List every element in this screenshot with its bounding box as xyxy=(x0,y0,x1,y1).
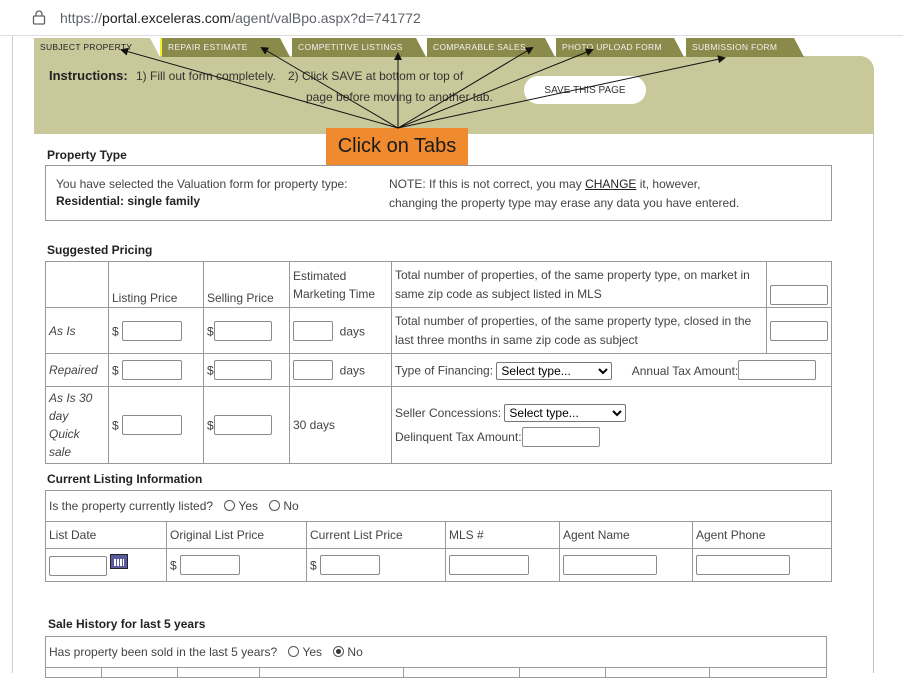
property-type-value: Residential: single family xyxy=(56,194,201,208)
as-is-days-input[interactable] xyxy=(293,320,333,341)
financing-select[interactable]: Select type... xyxy=(496,361,613,380)
concessions-label: Seller Concessions: xyxy=(395,406,502,420)
suggested-pricing-title: Suggested Pricing xyxy=(47,243,153,257)
change-property-type-link[interactable]: CHANGE xyxy=(585,177,636,191)
listed-question: Is the property currently listed? Yes No xyxy=(45,490,832,522)
tab-repair-estimate[interactable]: REPAIR ESTIMATE xyxy=(160,38,290,57)
sold-no-radio[interactable] xyxy=(333,646,345,657)
repaired-days-input[interactable] xyxy=(293,360,333,380)
selling-price-header: Selling Price xyxy=(203,261,290,308)
col-mls: MLS # xyxy=(445,521,560,549)
concessions-select[interactable]: Select type... xyxy=(504,404,627,422)
sale-history-table: Has property been sold in the last 5 yea… xyxy=(45,636,827,678)
tab-comparable-sales[interactable]: COMPARABLE SALES xyxy=(427,38,555,57)
market-count-input[interactable] xyxy=(770,285,828,305)
listing-price-header: Listing Price xyxy=(108,261,204,308)
quick-sale-days: 30 days xyxy=(289,386,392,464)
left-border xyxy=(12,36,13,673)
col-agent-name: Agent Name xyxy=(559,521,693,549)
click-on-tabs-callout: Click on Tabs xyxy=(326,128,468,165)
current-listing-title: Current Listing Information xyxy=(47,472,203,486)
lock-icon xyxy=(32,10,46,25)
market-count-label: Total number of properties, of the same … xyxy=(391,261,767,308)
property-type-text: You have selected the Valuation form for… xyxy=(56,177,348,191)
agent-name-input[interactable] xyxy=(563,555,657,575)
tab-competitive-listings[interactable]: COMPETITIVE LISTINGS xyxy=(292,38,426,57)
closed-count-label: Total number of properties, of the same … xyxy=(391,307,767,354)
sold-yes-radio[interactable] xyxy=(288,646,300,657)
sale-history-title: Sale History for last 5 years xyxy=(48,617,206,631)
save-page-button[interactable]: SAVE THIS PAGE xyxy=(524,76,646,104)
current-list-price-input[interactable] xyxy=(320,555,381,575)
col-original-list-price: Original List Price xyxy=(166,521,307,549)
tab-photo-upload-form[interactable]: PHOTO UPLOAD FORM xyxy=(556,38,684,57)
instruction-step-1: 1) Fill out form completely. xyxy=(136,69,276,83)
as-is-selling-input[interactable] xyxy=(213,320,272,341)
instructions-label: Instructions: xyxy=(49,68,128,83)
financing-label: Type of Financing: xyxy=(395,363,494,378)
tax-amount-label: Annual Tax Amount: xyxy=(631,363,739,378)
closed-count-input[interactable] xyxy=(770,320,828,341)
listed-yes-radio[interactable] xyxy=(224,500,236,511)
property-type-title: Property Type xyxy=(47,148,127,162)
listed-no-radio[interactable] xyxy=(269,500,281,511)
row-quick-sale: As Is 30 day Quick sale xyxy=(45,386,109,464)
repaired-listing-input[interactable] xyxy=(122,360,183,380)
marketing-time-header: Estimated Marketing Time xyxy=(289,261,392,308)
tax-amount-input[interactable] xyxy=(738,360,817,380)
property-type-box: You have selected the Valuation form for… xyxy=(45,165,832,221)
calendar-icon[interactable] xyxy=(110,553,129,569)
delinquent-tax-input[interactable] xyxy=(521,426,600,447)
instruction-step-2-cont: page before moving to another tab. xyxy=(306,90,493,104)
original-list-price-input[interactable] xyxy=(180,555,241,575)
property-type-note: NOTE: If this is not correct, you may CH… xyxy=(389,177,701,191)
listing-table: Is the property currently listed? Yes No… xyxy=(45,490,832,582)
row-as-is: As Is xyxy=(45,307,109,354)
instruction-step-2: 2) Click SAVE at bottom or top of xyxy=(288,69,464,83)
repaired-selling-input[interactable] xyxy=(213,360,272,380)
url-text[interactable]: https://portal.exceleras.com/agent/valBp… xyxy=(60,10,421,26)
quick-sale-listing-input[interactable] xyxy=(122,415,183,435)
form-tabs: SUBJECT PROPERTY REPAIR ESTIMATE COMPETI… xyxy=(34,38,903,58)
delinquent-tax-label: Delinquent Tax Amount: xyxy=(395,430,522,444)
browser-address-bar[interactable]: https://portal.exceleras.com/agent/valBp… xyxy=(0,0,903,36)
col-current-list-price: Current List Price xyxy=(306,521,446,549)
instructions-band: Instructions: 1) Fill out form completel… xyxy=(34,56,874,134)
tab-subject-property[interactable]: SUBJECT PROPERTY xyxy=(34,38,160,57)
row-repaired: Repaired xyxy=(45,353,109,387)
property-type-note-line2: changing the property type may erase any… xyxy=(389,196,740,210)
mls-input[interactable] xyxy=(449,555,529,575)
list-date-input[interactable] xyxy=(49,556,107,577)
as-is-listing-input[interactable] xyxy=(122,320,183,341)
quick-sale-selling-input[interactable] xyxy=(213,415,272,435)
agent-phone-input[interactable] xyxy=(696,555,790,575)
sold-question: Has property been sold in the last 5 yea… xyxy=(45,636,827,668)
tab-submission-form[interactable]: SUBMISSION FORM xyxy=(686,38,804,57)
col-agent-phone: Agent Phone xyxy=(692,521,832,549)
col-list-date: List Date xyxy=(45,521,167,549)
pricing-table: Listing Price Selling Price Estimated Mar… xyxy=(45,261,832,464)
